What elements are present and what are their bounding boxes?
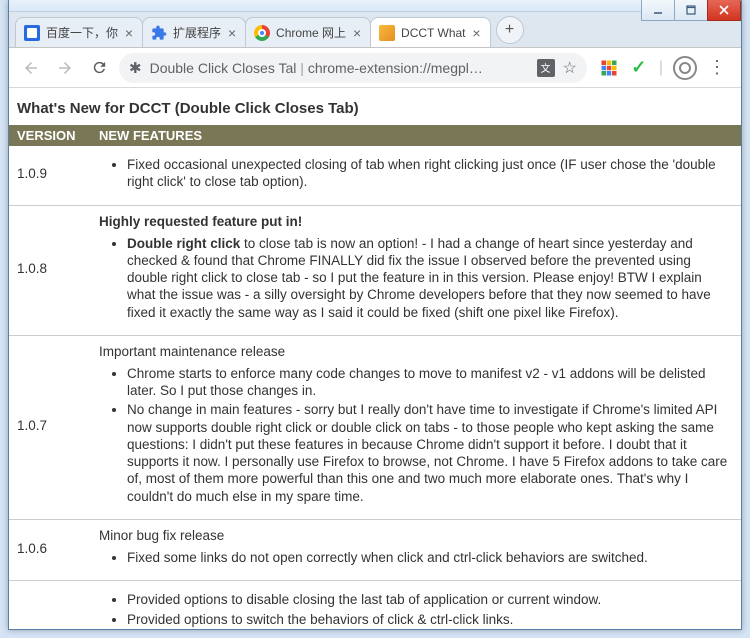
list-item: Provided options to disable closing the … bbox=[127, 591, 733, 608]
version-cell: 1.0.5 bbox=[9, 581, 91, 629]
col-features: NEW FEATURES bbox=[91, 125, 741, 146]
close-tab-icon[interactable]: × bbox=[225, 25, 239, 41]
reload-button[interactable] bbox=[85, 54, 113, 82]
page-title: What's New for DCCT (Double Click Closes… bbox=[9, 88, 741, 125]
features-cell: Highly requested feature put in!Double r… bbox=[91, 205, 741, 335]
extension-icons: ✓ | ⋮ bbox=[593, 56, 733, 80]
feature-list: Provided options to disable closing the … bbox=[99, 591, 733, 629]
close-tab-icon[interactable]: × bbox=[350, 25, 364, 41]
list-item: Double right click to close tab is now a… bbox=[127, 235, 733, 321]
version-cell: 1.0.6 bbox=[9, 519, 91, 580]
translate-icon[interactable]: 文 bbox=[537, 59, 555, 77]
table-row: 1.0.7Important maintenance releaseChrome… bbox=[9, 335, 741, 519]
table-row: 1.0.9 Fixed occasional unexpected closing… bbox=[9, 146, 741, 205]
list-item: Chrome starts to enforce many code chang… bbox=[127, 365, 733, 400]
extension-icon: ✱ bbox=[129, 59, 142, 77]
features-cell: Provided options to disable closing the … bbox=[91, 581, 741, 629]
window-titlebar[interactable] bbox=[9, 0, 741, 12]
changelog-table: VERSION NEW FEATURES 1.0.9 Fixed occasion… bbox=[9, 125, 741, 629]
list-item: Fixed occasional unexpected closing of t… bbox=[127, 156, 733, 191]
minimize-button[interactable] bbox=[641, 0, 675, 21]
table-row: 1.0.5 Provided options to disable closing… bbox=[9, 581, 741, 629]
toolbar: ✱ Double Click Closes Tal | chrome-exten… bbox=[9, 48, 741, 88]
version-cell: 1.0.9 bbox=[9, 146, 91, 205]
features-cell: Minor bug fix releaseFixed some links do… bbox=[91, 519, 741, 580]
tab-baidu[interactable]: 百度一下，你 × bbox=[15, 17, 143, 47]
features-cell: Important maintenance releaseChrome star… bbox=[91, 335, 741, 519]
tab-webstore[interactable]: Chrome 网上 × bbox=[245, 17, 371, 47]
close-window-button[interactable] bbox=[707, 0, 741, 21]
table-row: 1.0.8Highly requested feature put in!Dou… bbox=[9, 205, 741, 335]
kebab-menu-icon[interactable]: ⋮ bbox=[707, 58, 727, 78]
address-bar[interactable]: ✱ Double Click Closes Tal | chrome-exten… bbox=[119, 53, 587, 83]
maximize-button[interactable] bbox=[674, 0, 708, 21]
new-tab-button[interactable]: + bbox=[496, 16, 524, 44]
close-tab-icon[interactable]: × bbox=[470, 25, 484, 41]
tabstrip: 百度一下，你 × 扩展程序 × Chrome 网上 × DCCT What × … bbox=[9, 12, 741, 48]
close-tab-icon[interactable]: × bbox=[122, 25, 136, 41]
browser-window: 百度一下，你 × 扩展程序 × Chrome 网上 × DCCT What × … bbox=[8, 0, 742, 630]
profile-avatar-icon[interactable] bbox=[673, 56, 697, 80]
list-item: Provided options to switch the behaviors… bbox=[127, 611, 733, 628]
dcct-icon bbox=[379, 25, 395, 41]
window-controls bbox=[642, 0, 741, 21]
feature-list: Fixed occasional unexpected closing of t… bbox=[99, 156, 733, 191]
url-text: Double Click Closes Tal | chrome-extensi… bbox=[150, 60, 529, 76]
col-version: VERSION bbox=[9, 125, 91, 146]
table-row: 1.0.6Minor bug fix releaseFixed some lin… bbox=[9, 519, 741, 580]
puzzle-icon bbox=[151, 25, 167, 41]
tab-label: 扩展程序 bbox=[173, 24, 221, 41]
list-item: Fixed some links do not open correctly w… bbox=[127, 549, 733, 566]
back-button[interactable] bbox=[17, 54, 45, 82]
version-cell: 1.0.7 bbox=[9, 335, 91, 519]
list-item: No change in main features - sorry but I… bbox=[127, 401, 733, 505]
features-cell: Fixed occasional unexpected closing of t… bbox=[91, 146, 741, 205]
feature-list: Double right click to close tab is now a… bbox=[99, 235, 733, 321]
chrome-icon bbox=[254, 25, 270, 41]
google-apps-icon[interactable] bbox=[599, 58, 619, 78]
tab-label: DCCT What bbox=[401, 26, 465, 40]
tab-label: 百度一下，你 bbox=[46, 24, 118, 41]
tab-dcct[interactable]: DCCT What × bbox=[370, 17, 490, 47]
forward-button[interactable] bbox=[51, 54, 79, 82]
baidu-icon bbox=[24, 25, 40, 41]
bookmark-star-icon[interactable]: ☆ bbox=[563, 58, 577, 78]
version-cell: 1.0.8 bbox=[9, 205, 91, 335]
feature-list: Fixed some links do not open correctly w… bbox=[99, 549, 733, 566]
tab-extensions[interactable]: 扩展程序 × bbox=[142, 17, 246, 47]
page-content[interactable]: What's New for DCCT (Double Click Closes… bbox=[9, 88, 741, 629]
checkmark-icon[interactable]: ✓ bbox=[629, 58, 649, 78]
tab-label: Chrome 网上 bbox=[276, 24, 346, 41]
feature-list: Chrome starts to enforce many code chang… bbox=[99, 365, 733, 505]
